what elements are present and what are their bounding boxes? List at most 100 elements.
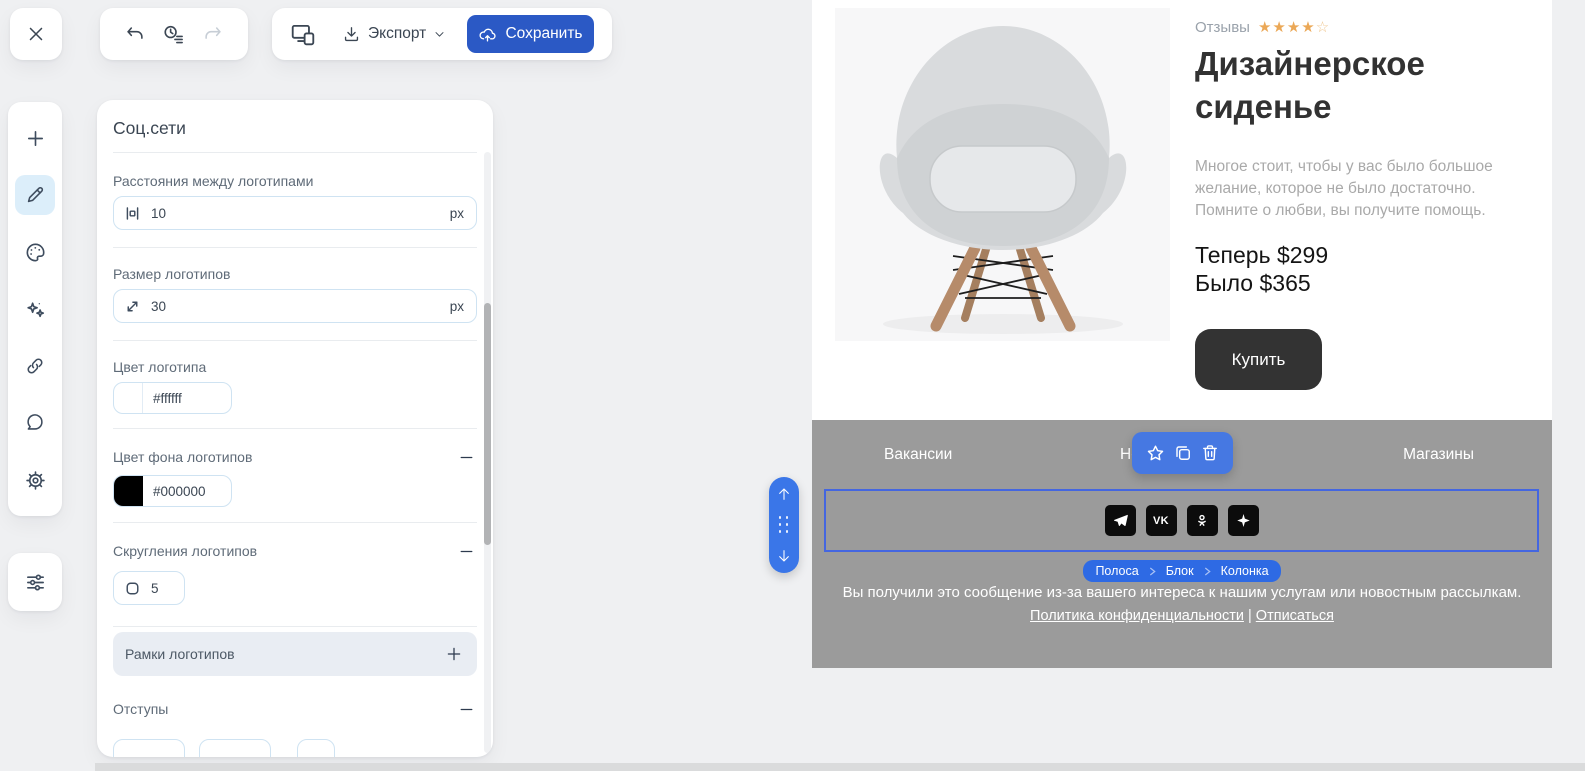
tools-rail: [8, 102, 62, 516]
favorite-block-button[interactable]: [1145, 443, 1166, 464]
close-button[interactable]: [25, 23, 47, 45]
minus-icon: [460, 550, 472, 552]
version-history-button[interactable]: [162, 23, 185, 46]
edit-tool-button[interactable]: [15, 175, 55, 215]
margin-input[interactable]: [113, 739, 185, 757]
footer-nav-shops[interactable]: Магазины: [1403, 446, 1474, 464]
radius-collapse-button[interactable]: [455, 540, 477, 562]
margin-input[interactable]: [297, 739, 335, 757]
social-settings-panel: Соц.сети Расстояния между логотипами 10 …: [97, 100, 493, 757]
email-product-section: Отзывы ★★★★☆ Дизайнерское сиденье Многое…: [812, 0, 1552, 420]
panel-scrollbar-thumb[interactable]: [484, 303, 491, 545]
social-telegram-button[interactable]: [1104, 505, 1136, 536]
spacing-input[interactable]: 10 px: [113, 196, 477, 230]
star-empty: ☆: [1315, 19, 1330, 36]
breadcrumb-block[interactable]: Блок: [1156, 564, 1204, 578]
chat-bubble-icon: [27, 414, 43, 430]
pencil-icon: [27, 187, 44, 203]
export-button[interactable]: Экспорт: [342, 25, 446, 44]
product-title[interactable]: Дизайнерское сиденье: [1195, 42, 1525, 128]
chair-illustration: [879, 26, 1127, 334]
spacing-unit: px: [449, 205, 464, 221]
bg-color-collapse-button[interactable]: [455, 446, 477, 468]
price-now[interactable]: Теперь $299: [1195, 242, 1328, 269]
selected-social-block[interactable]: VK: [824, 489, 1539, 552]
margins-collapse-button[interactable]: [455, 698, 477, 720]
breadcrumb-stripe[interactable]: Полоса: [1085, 564, 1148, 578]
unsubscribe-link[interactable]: Отписаться: [1256, 608, 1334, 624]
logo-color-input[interactable]: #ffffff: [113, 382, 232, 414]
undo-button[interactable]: [124, 23, 146, 45]
social-vk-button[interactable]: VK: [1145, 505, 1177, 536]
ai-tool-button[interactable]: [15, 289, 55, 329]
minus-icon: [460, 456, 472, 458]
frames-expand-button[interactable]: [443, 643, 465, 665]
buy-button[interactable]: Купить: [1195, 329, 1322, 390]
frames-section-row[interactable]: Рамки логотипов: [113, 632, 477, 676]
logo-color-value: #ffffff: [153, 390, 182, 406]
sliders-icon: [26, 573, 44, 591]
price-was[interactable]: Было $365: [1195, 270, 1311, 297]
link-icon: [27, 358, 43, 374]
sparkle-icon: [1236, 513, 1250, 528]
download-icon: [344, 26, 359, 41]
logo-color-swatch[interactable]: [114, 383, 143, 413]
divider: [113, 626, 477, 627]
links-separator: |: [1247, 608, 1252, 624]
radius-label: Скругления логотипов: [113, 543, 258, 559]
duplicate-block-button[interactable]: [1173, 443, 1193, 463]
size-value: 30: [151, 298, 167, 314]
links-tool-button[interactable]: [15, 346, 55, 386]
preview-devices-button[interactable]: [290, 21, 316, 47]
actions-card: Экспорт Сохранить: [272, 8, 612, 60]
gear-icon: [25, 470, 45, 490]
bg-color-input[interactable]: #000000: [113, 475, 232, 507]
frames-label: Рамки логотипов: [125, 646, 235, 662]
section-drag-handle[interactable]: [769, 477, 799, 573]
minus-icon: [460, 708, 472, 710]
chevron-right-icon: [1204, 567, 1211, 576]
product-image[interactable]: [835, 8, 1170, 341]
bg-color-label: Цвет фона логотипов: [113, 449, 253, 465]
history-icon: [164, 25, 184, 43]
comments-tool-button[interactable]: [15, 403, 55, 443]
spacing-value: 10: [151, 205, 167, 221]
divider: [113, 340, 477, 341]
social-sparkle-button[interactable]: [1227, 505, 1259, 536]
chevron-down-icon: [435, 31, 444, 37]
settings-tool-button[interactable]: [15, 460, 55, 500]
reviews-row: Отзывы ★★★★☆: [1195, 18, 1330, 37]
delete-block-button[interactable]: [1200, 443, 1220, 463]
redo-button[interactable]: [202, 23, 224, 45]
drag-dots-icon[interactable]: [778, 516, 790, 534]
footer-nav-vacancies[interactable]: Вакансии: [884, 446, 952, 464]
email-builder-app: Экспорт Сохранить Соц.сети Расстояния ме…: [0, 0, 1585, 771]
history-card: [100, 8, 248, 60]
add-block-button[interactable]: [15, 118, 55, 158]
plus-icon: [27, 130, 43, 146]
radius-value: 5: [151, 580, 159, 596]
social-ok-button[interactable]: [1186, 505, 1218, 536]
size-input[interactable]: 30 px: [113, 289, 477, 323]
odnoklassniki-icon: [1198, 514, 1206, 526]
radius-input[interactable]: 5: [113, 571, 185, 605]
appearance-tool-button[interactable]: [15, 232, 55, 272]
email-canvas: Отзывы ★★★★☆ Дизайнерское сиденье Многое…: [812, 0, 1552, 668]
telegram-icon: [1113, 514, 1128, 527]
layers-settings-button[interactable]: [15, 562, 55, 602]
email-footer-section: Вакансии Новости Магазины VK: [812, 420, 1552, 668]
canvas-bottom-edge: [95, 763, 1585, 771]
spacing-label: Расстояния между логотипами: [113, 173, 314, 189]
move-up-icon[interactable]: [776, 486, 792, 502]
spacing-icon: [126, 206, 139, 220]
product-description[interactable]: Многое стоит, чтобы у вас было большое ж…: [1195, 156, 1531, 222]
move-down-icon[interactable]: [776, 548, 792, 564]
privacy-policy-link[interactable]: Политика конфиденциальности: [1030, 608, 1244, 624]
breadcrumb-column[interactable]: Колонка: [1211, 564, 1279, 578]
undo-icon: [127, 27, 143, 39]
save-button[interactable]: Сохранить: [467, 15, 594, 53]
panel-scrollbar[interactable]: [484, 152, 491, 753]
margin-input[interactable]: [199, 739, 271, 757]
footer-notice-text[interactable]: Вы получили это сообщение из-за вашего и…: [812, 584, 1552, 601]
bg-color-swatch[interactable]: [114, 476, 143, 506]
